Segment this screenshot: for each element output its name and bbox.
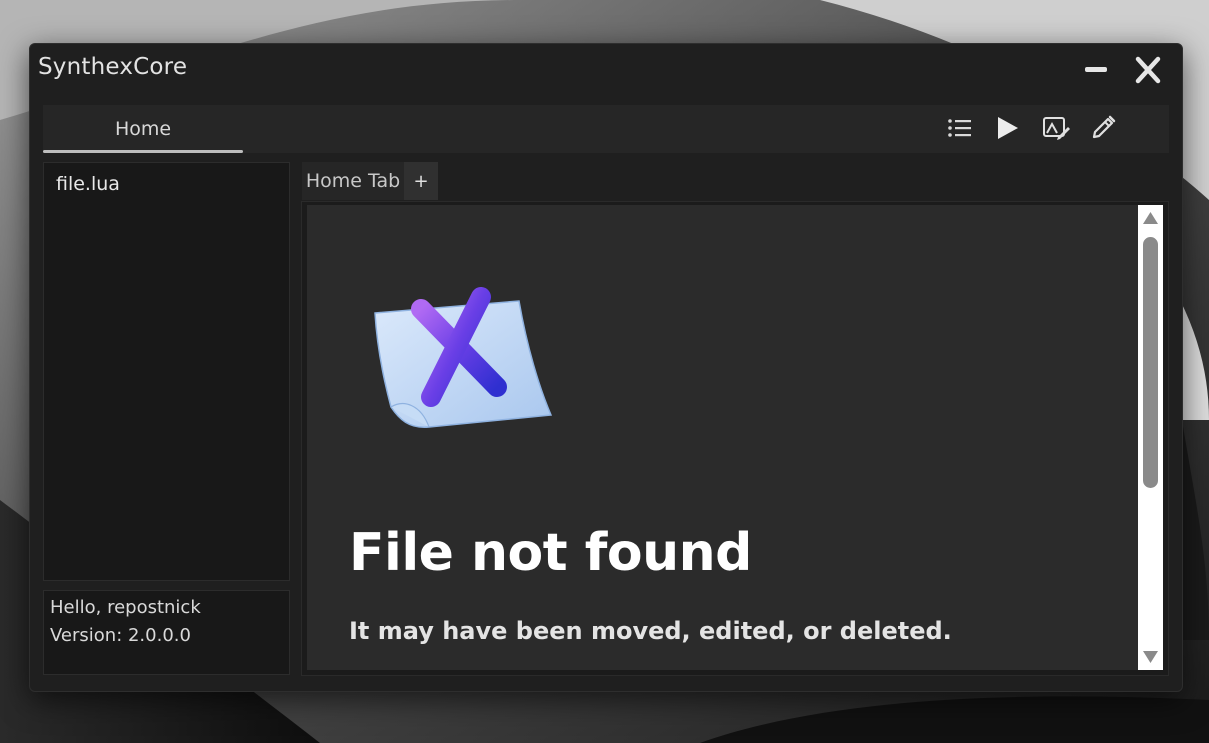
minimize-icon	[1085, 67, 1107, 72]
version-text: Version: 2.0.0.0	[50, 625, 191, 646]
editor-tab[interactable]: Home Tab	[302, 162, 404, 200]
tab-home[interactable]: Home	[43, 105, 243, 153]
image-edit-button[interactable]	[1039, 112, 1073, 144]
execute-button[interactable]	[990, 112, 1024, 144]
close-icon	[1135, 56, 1161, 84]
list-button[interactable]	[943, 112, 977, 144]
file-explorer: file.lua	[43, 162, 290, 581]
app-title: SynthexCore	[38, 54, 188, 80]
play-icon	[998, 117, 1018, 139]
app-window: SynthexCore Home file.lua Hello, repostn…	[29, 43, 1183, 692]
greeting-text: Hello, repostnick	[50, 597, 201, 618]
list-icon	[948, 119, 971, 137]
vertical-scrollbar[interactable]	[1138, 205, 1163, 670]
main-tabbar: Home	[43, 105, 1169, 153]
editor-frame: File not found It may have been moved, e…	[301, 201, 1169, 676]
error-title: File not found	[349, 523, 752, 583]
file-not-found-icon	[374, 287, 553, 428]
error-message: It may have been moved, edited, or delet…	[349, 617, 952, 645]
tab-home-label: Home	[114, 118, 172, 140]
close-button[interactable]	[1131, 54, 1165, 86]
scroll-down-icon[interactable]	[1142, 650, 1159, 664]
add-tab-button[interactable]: +	[404, 162, 438, 200]
tab-active-indicator	[43, 150, 243, 153]
scroll-up-icon[interactable]	[1142, 211, 1159, 225]
minimize-button[interactable]	[1079, 54, 1113, 86]
edit-button[interactable]	[1086, 112, 1120, 144]
file-item[interactable]: file.lua	[56, 173, 120, 195]
error-page: File not found It may have been moved, e…	[307, 205, 1138, 670]
titlebar: SynthexCore	[30, 44, 1182, 96]
scroll-thumb[interactable]	[1143, 237, 1158, 488]
pencil-icon	[1092, 115, 1116, 139]
user-info-panel: Hello, repostnick Version: 2.0.0.0	[43, 590, 290, 675]
image-edit-icon	[1043, 117, 1070, 140]
